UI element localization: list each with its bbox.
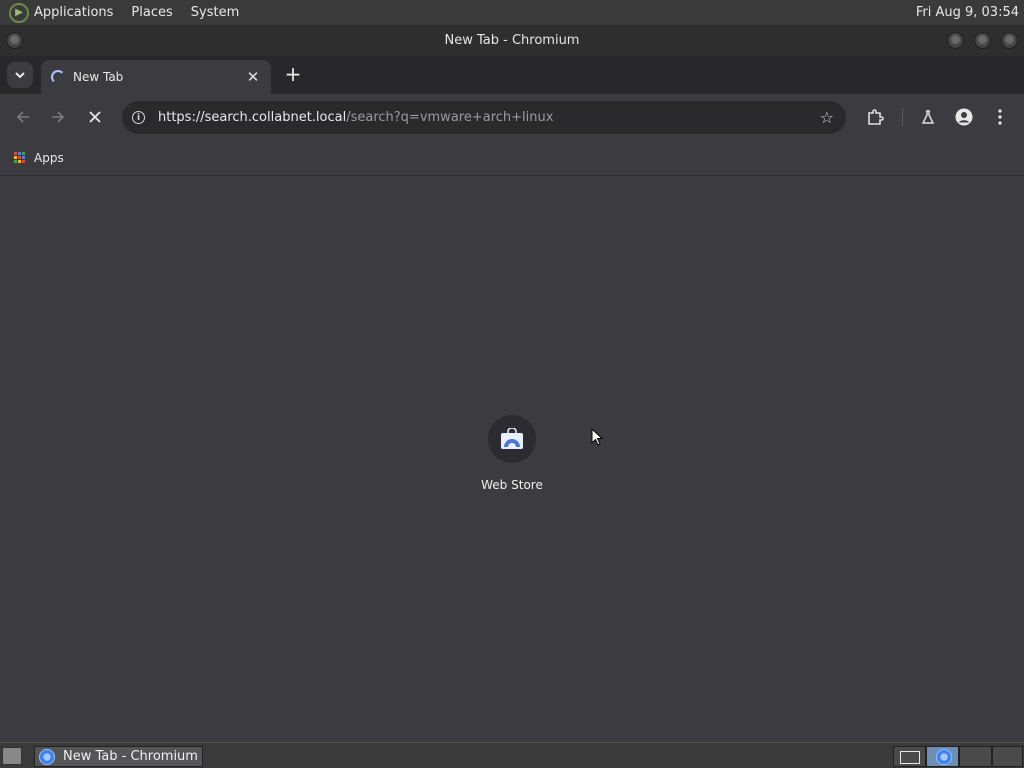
minimize-button[interactable] [947, 32, 964, 49]
tab-search-button[interactable] [7, 62, 33, 88]
browser-toolbar: i https://search.collabnet.local/search?… [0, 94, 1024, 140]
extensions-button[interactable] [863, 105, 887, 129]
stop-loading-button[interactable] [83, 105, 107, 129]
toolbar-divider [902, 108, 903, 126]
web-store-icon [501, 428, 523, 449]
tab-new-tab[interactable]: New Tab ✕ [41, 60, 271, 94]
bookmark-star-icon[interactable]: ☆ [820, 108, 834, 127]
places-menu[interactable]: Places [131, 5, 172, 20]
maximize-button[interactable] [974, 32, 991, 49]
labs-button[interactable] [916, 105, 940, 129]
shortcut-tile[interactable] [488, 415, 536, 463]
workspace-4[interactable] [992, 746, 1023, 767]
site-info-icon[interactable]: i [132, 111, 145, 124]
window-title: New Tab - Chromium [444, 33, 580, 48]
taskbar-window-label: New Tab - Chromium [63, 749, 198, 764]
system-menu[interactable]: System [191, 5, 239, 20]
taskbar: New Tab - Chromium [0, 742, 1024, 768]
flask-icon [921, 110, 935, 124]
workspace-window-preview [900, 751, 920, 764]
new-tab-page: Web Store [0, 177, 1024, 742]
loading-spinner-icon [51, 70, 65, 84]
profile-button[interactable] [952, 105, 976, 129]
workspace-2[interactable] [926, 746, 959, 767]
address-bar[interactable]: i https://search.collabnet.local/search?… [122, 101, 846, 134]
chromium-icon [936, 749, 952, 765]
back-button[interactable] [11, 105, 35, 129]
close-tab-button[interactable]: ✕ [243, 67, 263, 87]
shortcut-label: Web Store [481, 478, 543, 492]
arrow-left-icon [16, 111, 29, 123]
applications-menu[interactable]: Applications [34, 5, 113, 20]
workspace-1[interactable] [893, 746, 926, 767]
url-path: /search?q=vmware+arch+linux [346, 110, 554, 125]
close-icon [89, 111, 101, 123]
distro-logo-icon[interactable]: ▶ [9, 2, 29, 23]
chevron-down-icon [15, 71, 25, 78]
workspace-3[interactable] [959, 746, 992, 767]
show-desktop-icon[interactable] [2, 746, 22, 765]
tab-label: New Tab [73, 70, 124, 84]
clock[interactable]: Fri Aug 9, 03:54 [916, 5, 1019, 20]
top-panel: ▶ Applications Places System Fri Aug 9, … [0, 0, 1024, 25]
browser-menu-button[interactable] [988, 105, 1012, 129]
bookmarks-bar: Apps [0, 140, 1024, 176]
window-titlebar[interactable]: New Tab - Chromium [0, 25, 1024, 56]
tab-strip: New Tab ✕ + [0, 56, 1024, 94]
more-vert-icon [998, 109, 1002, 125]
apps-bookmark[interactable]: Apps [34, 151, 64, 165]
puzzle-icon [868, 109, 884, 125]
forward-button[interactable] [46, 105, 70, 129]
close-window-button[interactable] [1001, 32, 1018, 49]
shortcut-web-store[interactable]: Web Store [468, 415, 556, 492]
avatar-icon [955, 108, 973, 126]
url-host: https://search.collabnet.local [158, 110, 347, 125]
chromium-icon [39, 748, 55, 765]
taskbar-window-chromium[interactable]: New Tab - Chromium [34, 746, 203, 767]
mouse-cursor-icon [591, 428, 603, 446]
arrow-right-icon [52, 111, 65, 123]
window-menu-button[interactable] [6, 32, 23, 49]
new-tab-button[interactable]: + [283, 62, 303, 86]
apps-grid-icon [14, 151, 26, 164]
